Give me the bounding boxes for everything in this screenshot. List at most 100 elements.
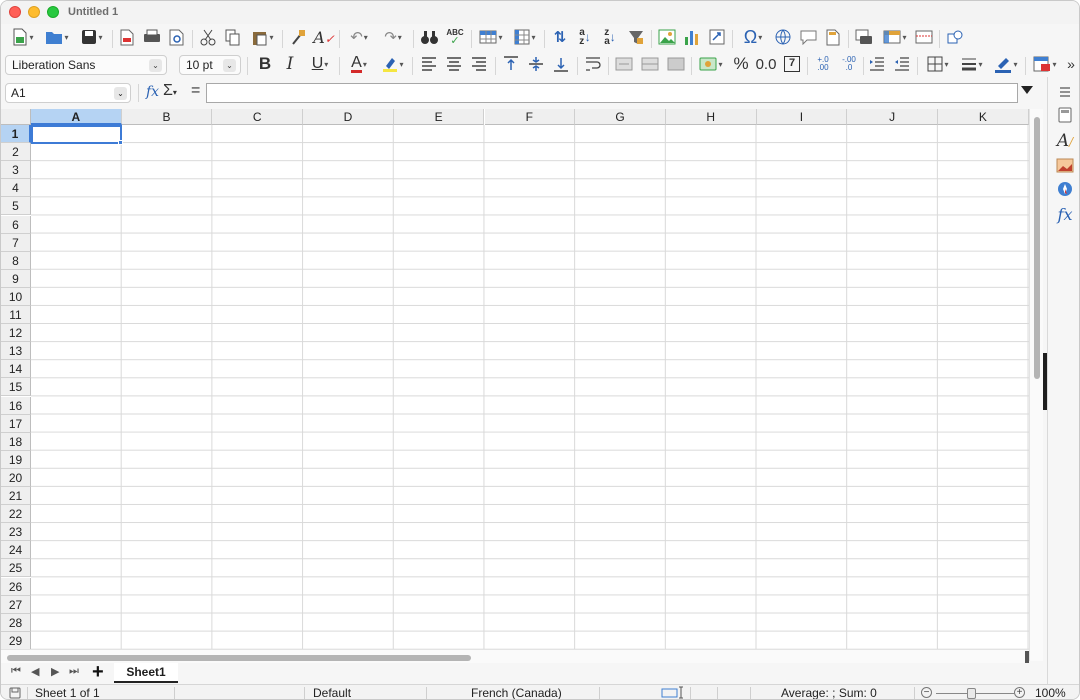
print-button[interactable]: [141, 25, 163, 49]
close-window-button[interactable]: [9, 6, 21, 18]
sort-button[interactable]: ⇅: [549, 25, 571, 49]
horizontal-scroll-thumb[interactable]: [7, 655, 471, 661]
clone-formatting-button[interactable]: [287, 25, 309, 49]
align-middle-button[interactable]: [525, 52, 547, 76]
name-box[interactable]: A1 ⌄: [5, 83, 131, 103]
column-header[interactable]: J: [847, 109, 938, 125]
zoom-out-button[interactable]: −: [921, 687, 932, 698]
vertical-scrollbar[interactable]: [1029, 109, 1043, 661]
row-header[interactable]: 11: [1, 306, 31, 325]
row-header[interactable]: 16: [1, 396, 31, 415]
row-header[interactable]: 7: [1, 233, 31, 252]
increase-indent-button[interactable]: [866, 52, 888, 76]
border-color-button[interactable]: ▾: [990, 52, 1022, 76]
vertical-scroll-thumb[interactable]: [1034, 117, 1040, 379]
row-header[interactable]: 8: [1, 251, 31, 270]
row-header[interactable]: 1: [1, 125, 31, 144]
pivot-table-button[interactable]: [706, 25, 728, 49]
headers-footers-button[interactable]: [822, 25, 844, 49]
wrap-text-button[interactable]: [582, 52, 604, 76]
column-header[interactable]: D: [303, 109, 394, 125]
freeze-rows-columns-button[interactable]: ▾: [879, 25, 911, 49]
text-language[interactable]: French (Canada): [471, 686, 562, 699]
row-header[interactable]: 18: [1, 432, 31, 451]
spreadsheet-grid[interactable]: ABCDEFGHIJK 1 2 3 4 5 6 7 8 9 10 11 12 13 14 15 16 17 18 1…: [1, 109, 1029, 649]
cell-area[interactable]: [31, 125, 1029, 649]
row-header[interactable]: 23: [1, 523, 31, 542]
sheet-tab[interactable]: Sheet1: [114, 663, 178, 683]
conditional-format-button[interactable]: ▾: [1029, 52, 1061, 76]
sort-ascending-button[interactable]: a z ↓: [574, 25, 596, 49]
styles-deck-button[interactable]: A/: [1055, 131, 1075, 151]
row-header[interactable]: 15: [1, 378, 31, 397]
unmerge-cells-button[interactable]: [665, 52, 687, 76]
row-header[interactable]: 6: [1, 215, 31, 234]
row-header[interactable]: 25: [1, 559, 31, 578]
expand-formula-bar-icon[interactable]: [1021, 86, 1033, 94]
row-header[interactable]: 10: [1, 287, 31, 306]
formula-button[interactable]: =: [191, 82, 200, 100]
document-modified-button[interactable]: [9, 686, 21, 699]
print-preview-button[interactable]: [167, 25, 187, 49]
minimize-window-button[interactable]: [28, 6, 40, 18]
export-pdf-button[interactable]: [117, 25, 137, 49]
special-character-button[interactable]: Ω ▾: [737, 25, 769, 49]
define-print-area-button[interactable]: [853, 25, 875, 49]
first-sheet-button[interactable]: ⏮: [11, 665, 21, 678]
horizontal-split-handle[interactable]: [1025, 651, 1029, 663]
function-wizard-button[interactable]: fx: [146, 84, 159, 100]
italic-button[interactable]: I: [279, 52, 301, 76]
row-header[interactable]: 14: [1, 360, 31, 379]
row-button[interactable]: ▾: [475, 25, 507, 49]
paste-button[interactable]: ▾: [247, 25, 279, 49]
row-header[interactable]: 20: [1, 468, 31, 487]
split-window-button[interactable]: [913, 25, 935, 49]
sort-descending-button[interactable]: z a ↓: [599, 25, 621, 49]
border-style-button[interactable]: ▾: [956, 52, 988, 76]
decrease-indent-button[interactable]: [891, 52, 913, 76]
column-header[interactable]: E: [393, 109, 485, 125]
row-header[interactable]: 5: [1, 197, 31, 216]
gallery-deck-button[interactable]: [1055, 155, 1075, 175]
cut-button[interactable]: [197, 25, 219, 49]
row-header[interactable]: 26: [1, 577, 31, 596]
redo-button[interactable]: ↷ ▾: [377, 25, 409, 49]
column-header[interactable]: I: [756, 109, 848, 125]
properties-deck-button[interactable]: [1055, 105, 1075, 125]
align-right-button[interactable]: [468, 52, 490, 76]
undo-button[interactable]: ↶ ▾: [343, 25, 375, 49]
align-left-button[interactable]: [418, 52, 440, 76]
formula-input[interactable]: [206, 83, 1018, 103]
chevron-down-icon[interactable]: ⌄: [223, 59, 236, 72]
page-style[interactable]: Default: [313, 686, 351, 699]
row-header[interactable]: 17: [1, 414, 31, 433]
comment-button[interactable]: [797, 25, 819, 49]
select-all-corner[interactable]: [1, 109, 31, 125]
align-bottom-button[interactable]: [550, 52, 572, 76]
delete-decimal-place-button[interactable]: -.00 .0: [837, 52, 861, 76]
column-header[interactable]: G: [575, 109, 666, 125]
row-header[interactable]: 21: [1, 487, 31, 506]
next-sheet-button[interactable]: ▶: [51, 665, 59, 678]
row-header[interactable]: 13: [1, 342, 31, 361]
horizontal-scrollbar[interactable]: [1, 649, 1029, 663]
date-format-button[interactable]: 7: [781, 52, 803, 76]
row-header[interactable]: 19: [1, 450, 31, 469]
percent-format-button[interactable]: %: [730, 52, 752, 76]
sum-button[interactable]: Σ▾: [163, 82, 177, 100]
align-top-button[interactable]: [500, 52, 522, 76]
column-header[interactable]: H: [665, 109, 757, 125]
underline-button[interactable]: U ▾: [304, 52, 336, 76]
active-cell-cursor[interactable]: [31, 125, 123, 145]
open-button[interactable]: ▾: [41, 25, 73, 49]
bold-button[interactable]: B: [254, 52, 276, 76]
align-center-button[interactable]: [443, 52, 465, 76]
row-header[interactable]: 2: [1, 143, 31, 162]
highlight-color-button[interactable]: ▾: [377, 52, 409, 76]
row-header[interactable]: 24: [1, 541, 31, 560]
add-decimal-place-button[interactable]: +.0 .00: [811, 52, 835, 76]
hyperlink-button[interactable]: [772, 25, 794, 49]
zoom-in-button[interactable]: +: [1014, 687, 1025, 698]
column-header[interactable]: K: [938, 109, 1029, 125]
save-button[interactable]: ▾: [76, 25, 108, 49]
